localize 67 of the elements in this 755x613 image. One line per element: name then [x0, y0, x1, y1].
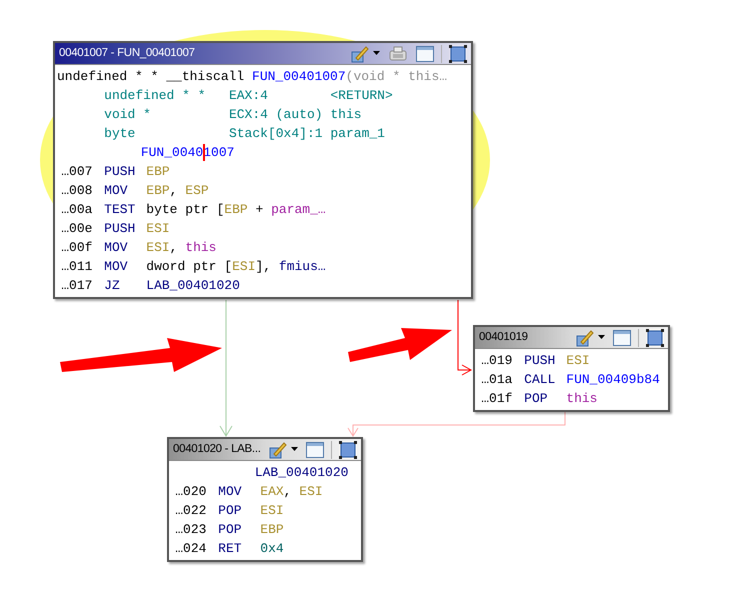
select-icon[interactable] [646, 328, 664, 346]
instruction-address: …024 [174, 540, 208, 558]
instruction-address: …008 [60, 182, 94, 200]
select-icon[interactable] [449, 44, 467, 62]
instruction-operand: ESI [146, 220, 170, 238]
instruction-operand: byte ptr [EBP + param_… [146, 201, 326, 219]
instruction-mnemonic: POP [218, 521, 243, 539]
instruction-address: …01a [480, 371, 514, 389]
function-signature: undefined * * __thiscall FUN_00401007(void * this… [56, 68, 448, 86]
instruction-address: …00f [60, 239, 94, 257]
instruction-mnemonic: PUSH [104, 163, 136, 181]
param-storage: ECX:4 (auto) [228, 106, 324, 124]
instruction-address: …023 [174, 521, 208, 539]
caret-icon[interactable] [373, 51, 380, 56]
param-storage: EAX:4 [228, 87, 269, 105]
window-icon[interactable] [416, 46, 434, 62]
instruction-address: …022 [174, 502, 208, 520]
param-type: byte [104, 125, 136, 143]
instruction-mnemonic: TEST [104, 201, 136, 219]
instruction-mnemonic: MOV [104, 239, 129, 257]
instruction-mnemonic: POP [218, 502, 243, 520]
instruction-mnemonic: POP [524, 390, 549, 408]
window-title: 00401020 - LAB... [173, 442, 262, 457]
window-title: 00401007 - FUN_00401007 [59, 46, 196, 61]
instruction-mnemonic: CALL [524, 371, 556, 389]
instruction-operand: LAB_00401020 [146, 277, 240, 295]
instruction-address: …017 [60, 277, 94, 295]
instruction-operand: dword ptr [ESI], fmius… [146, 258, 326, 276]
instruction-operand: EBP [146, 163, 170, 181]
code-label[interactable]: LAB_00401020 [254, 463, 348, 482]
instruction-address: …007 [60, 163, 94, 181]
instruction-address: …020 [174, 483, 208, 501]
instruction-operand: ESI [260, 502, 284, 520]
select-icon[interactable] [339, 440, 357, 458]
caret-icon[interactable] [598, 335, 605, 340]
instruction-operand: this [566, 390, 598, 408]
instruction-mnemonic: MOV [104, 258, 129, 276]
param-type: undefined * * [104, 87, 207, 105]
param-name: this [330, 106, 362, 124]
instruction-operand: EAX, ESI [260, 483, 323, 501]
instruction-address: …011 [60, 258, 94, 276]
brush-icon[interactable] [269, 440, 287, 458]
instruction-operand: EBP [260, 521, 284, 539]
window-icon[interactable] [306, 442, 324, 458]
instruction-address: …019 [480, 352, 514, 370]
instruction-address: …01f [480, 390, 514, 408]
instruction-operand: ESI, this [146, 239, 216, 257]
param-type: void * [104, 106, 152, 124]
instruction-mnemonic: RET [218, 540, 243, 558]
param-storage: Stack[0x4]:1 [228, 125, 324, 143]
param-name: param_1 [330, 125, 385, 143]
instruction-operand: FUN_00409b84 [566, 371, 660, 389]
window-icon[interactable] [613, 330, 631, 346]
brush-icon[interactable] [576, 328, 594, 346]
instruction-mnemonic: MOV [104, 182, 129, 200]
instruction-address: …00a [60, 201, 94, 219]
instruction-mnemonic: PUSH [524, 352, 556, 370]
instruction-operand: 0x4 [260, 540, 284, 558]
instruction-mnemonic: JZ [104, 277, 121, 295]
instruction-mnemonic: PUSH [104, 220, 136, 238]
instruction-address: …00e [60, 220, 94, 238]
caret-icon[interactable] [291, 447, 298, 452]
instruction-mnemonic: MOV [218, 483, 243, 501]
instruction-operand: ESI [566, 352, 590, 370]
instruction-operand: EBP, ESP [146, 182, 209, 200]
param-name: <RETURN> [330, 87, 393, 105]
window-title: 00401019 [479, 330, 529, 345]
